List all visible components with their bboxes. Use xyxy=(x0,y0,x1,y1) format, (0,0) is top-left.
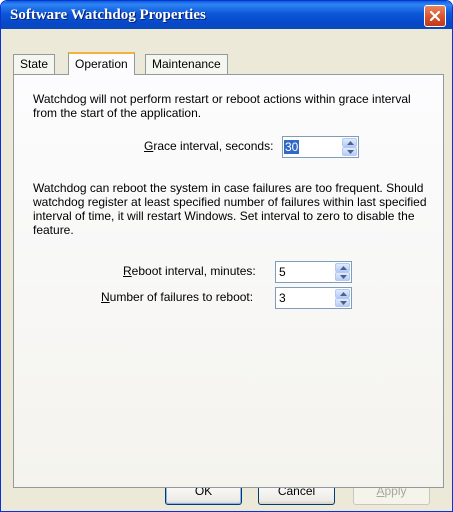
failures-down-button[interactable] xyxy=(335,298,350,307)
failures-label-text: umber of failures to reboot: xyxy=(109,290,254,304)
reboot-interval-stepper[interactable]: 5 xyxy=(275,261,352,283)
title-bar[interactable]: Software Watchdog Properties xyxy=(1,1,452,29)
properties-dialog: Software Watchdog Properties State Opera… xyxy=(0,0,453,512)
tab-panel-operation: Watchdog will not perform restart or reb… xyxy=(13,74,444,488)
tab-operation[interactable]: Operation xyxy=(68,52,135,75)
tab-state[interactable]: State xyxy=(13,54,56,74)
failures-label: Number of failures to reboot: xyxy=(101,290,254,304)
reboot-interval-label-text: eboot interval, minutes: xyxy=(131,264,256,278)
reboot-down-button[interactable] xyxy=(335,272,350,281)
chevron-down-icon xyxy=(347,150,354,154)
failures-up-button[interactable] xyxy=(335,289,350,298)
grace-interval-stepper[interactable]: 30 xyxy=(282,136,359,158)
grace-up-button[interactable] xyxy=(342,138,357,147)
chevron-down-icon xyxy=(340,275,347,279)
chevron-up-icon xyxy=(340,266,347,270)
reboot-up-button[interactable] xyxy=(335,263,350,272)
dialog-client-area: State Operation Maintenance Watchdog wil… xyxy=(4,29,449,508)
grace-down-button[interactable] xyxy=(342,147,357,156)
close-icon xyxy=(429,10,441,22)
tab-maintenance[interactable]: Maintenance xyxy=(145,54,228,74)
chevron-down-icon xyxy=(340,301,347,305)
chevron-up-icon xyxy=(347,141,354,145)
failures-value: 3 xyxy=(279,291,286,305)
reboot-interval-value: 5 xyxy=(279,265,286,279)
failures-arrows xyxy=(335,289,350,307)
grace-interval-value: 30 xyxy=(284,140,300,154)
reboot-description: Watchdog can reboot the system in case f… xyxy=(33,181,427,237)
window-title: Software Watchdog Properties xyxy=(10,7,206,23)
reboot-interval-arrows xyxy=(335,263,350,281)
failures-stepper[interactable]: 3 xyxy=(275,287,352,309)
close-button[interactable] xyxy=(424,5,446,27)
chevron-up-icon xyxy=(340,292,347,296)
grace-interval-label-text: race interval, seconds: xyxy=(153,139,274,153)
grace-description: Watchdog will not perform restart or reb… xyxy=(33,92,411,120)
grace-interval-label: Grace interval, seconds: xyxy=(144,139,274,153)
reboot-interval-label: Reboot interval, minutes: xyxy=(123,264,256,278)
grace-interval-arrows xyxy=(342,138,357,156)
